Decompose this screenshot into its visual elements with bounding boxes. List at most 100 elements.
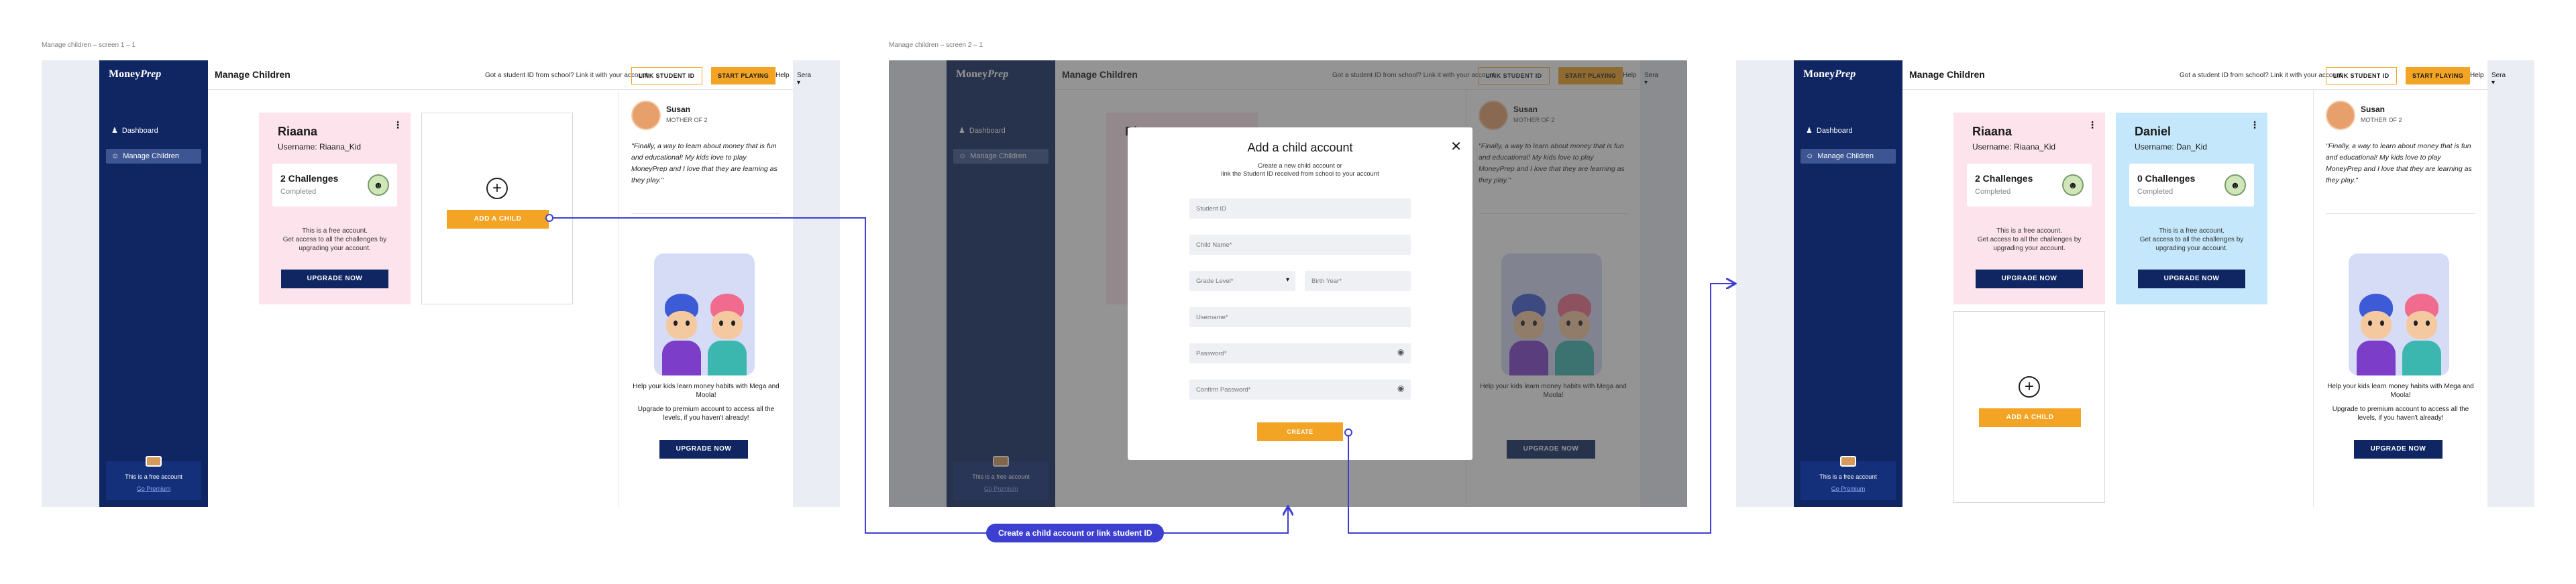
free-account-box: This is a free account Go Premium	[1801, 456, 1896, 500]
start-playing-button[interactable]: START PLAYING	[711, 67, 776, 84]
divider	[631, 213, 781, 214]
upgrade-now-button[interactable]: UPGRADE NOW	[2138, 270, 2245, 288]
sidebar-item-manage-children[interactable]: ☺Manage Children	[1801, 149, 1896, 164]
username-input[interactable]	[1189, 307, 1411, 327]
main-content: Riaana Username: Riaana_Kid ⋮ 2 Challeng…	[208, 90, 619, 507]
modal-subtitle-line-1: Create a new child account or	[1258, 162, 1342, 170]
child-username: Username: Riaana_Kid	[278, 142, 362, 152]
testimonial-role: MOTHER OF 2	[2361, 117, 2402, 123]
add-child-card: + ADD A CHILD	[421, 113, 573, 304]
divider	[2326, 213, 2475, 214]
more-options-icon[interactable]: ⋮	[2088, 119, 2097, 131]
kids-illustration	[2349, 253, 2449, 375]
grade-level-select[interactable]	[1189, 271, 1295, 291]
testimonial-quote: "Finally, a way to learn about money tha…	[631, 142, 777, 184]
logo-money: Money	[1803, 68, 1835, 80]
badge-icon: ☻	[368, 174, 389, 196]
face-icon: ☺	[1806, 152, 1814, 160]
logo[interactable]: MoneyPrep	[109, 68, 161, 80]
go-premium-link[interactable]: Go Premium	[106, 485, 201, 492]
badge-icon: ☻	[2224, 174, 2246, 196]
child-name: Riaana	[1972, 125, 2012, 138]
access-note-line: Get access to all the challenges by	[2139, 236, 2244, 243]
add-child-modal: Add a child account ✕ Create a new child…	[1128, 127, 1472, 460]
eye-icon[interactable]: ◉	[1397, 347, 1404, 357]
upgrade-now-button[interactable]: UPGRADE NOW	[659, 440, 748, 459]
right-panel: Susan MOTHER OF 2 "Finally, a way to lea…	[2313, 90, 2487, 507]
sidebar: MoneyPrep ♟Dashboard ☺Manage Children Th…	[99, 60, 208, 507]
chevron-down-icon: ▾	[2491, 79, 2496, 86]
kid-moola	[706, 294, 748, 375]
start-playing-button[interactable]: START PLAYING	[2406, 67, 2471, 84]
testimonial-name: Susan	[2361, 105, 2385, 114]
add-child-button[interactable]: ADD A CHILD	[1979, 408, 2081, 427]
challenges-count: 2 Challenges	[1975, 173, 2033, 184]
challenges-box: 2 Challenges Completed ☻	[1967, 164, 2092, 207]
sidebar-item-label: Manage Children	[123, 152, 180, 160]
challenges-count: 2 Challenges	[280, 173, 339, 184]
link-student-id-button[interactable]: LINK STUDENT ID	[631, 67, 702, 84]
more-options-icon[interactable]: ⋮	[393, 119, 402, 131]
avatar	[2326, 101, 2355, 130]
upgrade-note-line: upgrading your account.	[299, 245, 371, 252]
avatar	[1840, 456, 1856, 467]
sidebar-item-dashboard[interactable]: ♟Dashboard	[106, 123, 201, 138]
access-note-line: Get access to all the challenges by	[1977, 236, 2082, 243]
help-link[interactable]: Help	[775, 72, 790, 79]
modal-subtitle: Create a new child account or link the S…	[1128, 162, 1472, 178]
create-button[interactable]: CREATE	[1257, 422, 1343, 441]
promo-text-2: Upgrade to premium account to access all…	[2332, 406, 2469, 422]
eye-icon[interactable]: ◉	[1397, 384, 1404, 393]
promo-text-1: Help your kids learn money habits with M…	[2327, 383, 2474, 399]
app-window: MoneyPrep ♟Dashboard ☺Manage Children Th…	[1794, 60, 2506, 507]
upgrade-now-button[interactable]: UPGRADE NOW	[1976, 270, 2083, 288]
child-name-input[interactable]	[1189, 235, 1411, 255]
promo-text-1: Help your kids learn money habits with M…	[633, 383, 780, 399]
user-menu[interactable]: Sera ▾	[2491, 72, 2506, 86]
help-link[interactable]: Help	[2470, 72, 2484, 79]
confirm-password-input[interactable]	[1189, 379, 1411, 400]
kid-mega	[2355, 294, 2397, 375]
plus-icon[interactable]: +	[486, 178, 508, 199]
add-child-button[interactable]: ADD A CHILD	[447, 210, 549, 229]
modal-title: Add a child account	[1247, 141, 1353, 154]
challenges-label: Completed	[280, 188, 317, 196]
free-account-text: This is a free account	[125, 473, 182, 480]
user-menu[interactable]: Sera ▾	[797, 72, 811, 86]
upgrade-now-button[interactable]: UPGRADE NOW	[281, 270, 388, 288]
close-icon[interactable]: ✕	[1450, 138, 1462, 155]
free-account-note: This is a free account. Get access to al…	[1953, 227, 2105, 253]
upgrade-now-button[interactable]: UPGRADE NOW	[2354, 440, 2443, 459]
screen-label-2: Manage children – screen 2 – 1	[889, 42, 983, 49]
modal-subtitle-line-2: link the Student ID received from school…	[1221, 170, 1379, 178]
challenges-count: 0 Challenges	[2137, 173, 2196, 184]
link-student-id-button[interactable]: LINK STUDENT ID	[2326, 67, 2397, 84]
child-name: Daniel	[2135, 125, 2171, 138]
birth-year-input[interactable]	[1305, 271, 1411, 291]
challenges-label: Completed	[1975, 188, 2011, 196]
sidebar-item-dashboard[interactable]: ♟Dashboard	[1801, 123, 1896, 138]
sidebar-item-manage-children[interactable]: ☺Manage Children	[106, 149, 201, 164]
frame-screen-3: MoneyPrep ♟ Dashboard ☺ Manage Children Th…	[1736, 60, 2534, 507]
user-name: Sera	[2491, 72, 2506, 79]
plus-icon[interactable]: +	[2019, 376, 2040, 398]
logo[interactable]: MoneyPrep	[1803, 68, 1856, 80]
chevron-down-icon: ▾	[797, 79, 801, 86]
avatar	[631, 101, 661, 130]
upgrade-note-line: upgrading your account.	[2155, 245, 2228, 252]
flow-label: Create a child account or link student I…	[986, 524, 1165, 542]
topbar: Manage Children Got a student ID from sc…	[208, 60, 811, 90]
right-panel: Susan MOTHER OF 2 "Finally, a way to lea…	[619, 90, 793, 507]
promo-text-2: Upgrade to premium account to access all…	[637, 406, 775, 422]
student-id-input[interactable]	[1189, 198, 1411, 219]
sidebar: MoneyPrep ♟Dashboard ☺Manage Children Th…	[1794, 60, 1902, 507]
upgrade-note-line: upgrading your account.	[1993, 245, 2065, 252]
child-username: Username: Riaana_Kid	[1972, 142, 2056, 152]
more-options-icon[interactable]: ⋮	[2250, 119, 2259, 131]
password-input[interactable]	[1189, 343, 1411, 363]
go-premium-link[interactable]: Go Premium	[1801, 485, 1896, 492]
kid-mega	[661, 294, 702, 375]
group-icon: ♟	[111, 127, 118, 135]
topbar: Manage Children Got a student ID from sc…	[1902, 60, 2506, 90]
free-account-box: This is a free account Go Premium	[106, 456, 201, 500]
